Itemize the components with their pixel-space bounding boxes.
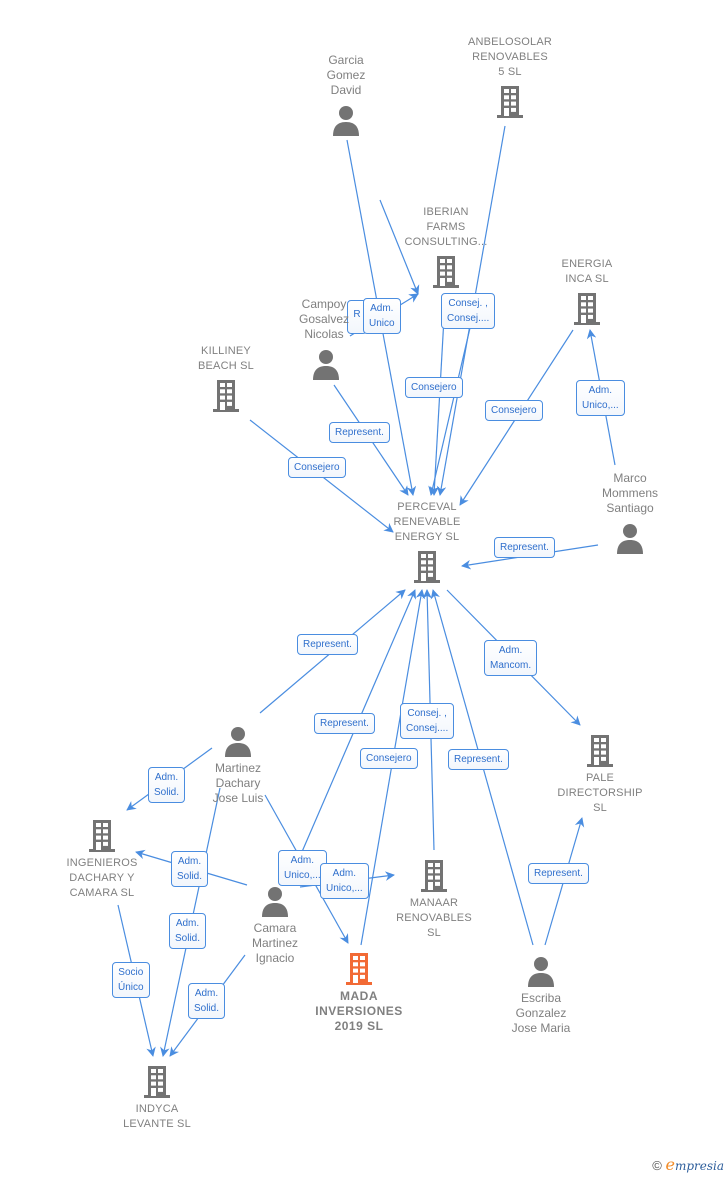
edge-label[interactable]: Adm. Unico,... xyxy=(320,863,369,899)
node-label-campoy[interactable]: Campoy Gosalvez Nicolas xyxy=(254,297,394,342)
building-icon[interactable] xyxy=(571,292,603,326)
person-icon[interactable] xyxy=(310,347,342,381)
edge-label[interactable]: Represent. xyxy=(528,863,589,884)
building-icon[interactable] xyxy=(141,1065,173,1099)
edge-label[interactable]: Socio Único xyxy=(112,962,150,998)
building-icon[interactable] xyxy=(210,379,242,413)
node-label-pale[interactable]: PALE DIRECTORSHIP SL xyxy=(530,771,670,816)
edge-label[interactable]: Consejero xyxy=(405,377,463,398)
node-label-camara[interactable]: Camara Martinez Ignacio xyxy=(205,921,345,966)
edge-label[interactable]: Represent. xyxy=(448,749,509,770)
edge-label[interactable]: Represent. xyxy=(314,713,375,734)
building-icon[interactable] xyxy=(430,255,462,289)
edge-label[interactable]: Consej. , Consej.... xyxy=(400,703,455,739)
node-label-iberian[interactable]: IBERIAN FARMS CONSULTING... xyxy=(376,205,516,250)
building-icon[interactable] xyxy=(343,952,375,986)
edge-label[interactable]: Consej. , Consej.... xyxy=(441,293,496,329)
node-label-garcia[interactable]: Garcia Gomez David xyxy=(276,53,416,98)
brand-name: mpresia xyxy=(674,1159,724,1173)
node-label-martinez[interactable]: Martinez Dachary Jose Luis xyxy=(168,761,308,806)
person-icon[interactable] xyxy=(222,724,254,758)
building-icon[interactable] xyxy=(86,819,118,853)
footer-brand: © empresia xyxy=(652,1155,724,1174)
building-icon[interactable] xyxy=(418,859,450,893)
edge-label[interactable]: Consejero xyxy=(360,748,418,769)
node-label-energia[interactable]: ENERGIA INCA SL xyxy=(517,257,657,287)
node-label-escriba[interactable]: Escriba Gonzalez Jose Maria xyxy=(471,991,611,1036)
node-label-perceval[interactable]: PERCEVAL RENEVABLE ENERGY SL xyxy=(357,500,497,545)
edge-label[interactable]: Adm. Unico,... xyxy=(576,380,625,416)
building-icon[interactable] xyxy=(411,550,443,584)
node-label-manaar[interactable]: MANAAR RENOVABLES SL xyxy=(364,896,504,941)
person-icon[interactable] xyxy=(330,103,362,137)
node-label-ingenieros[interactable]: INGENIEROS DACHARY Y CAMARA SL xyxy=(32,856,172,901)
edge-label[interactable]: Adm. Mancom. xyxy=(484,640,538,676)
copyright-symbol: © xyxy=(652,1158,662,1173)
node-label-indyca[interactable]: INDYCA LEVANTE SL xyxy=(87,1102,227,1132)
node-label-mada[interactable]: MADA INVERSIONES 2019 SL xyxy=(289,989,429,1034)
edge-label[interactable]: Consejero xyxy=(288,457,346,478)
edge-label[interactable]: Consejero xyxy=(485,400,543,421)
edge-label[interactable]: Adm. Solid. xyxy=(169,913,207,949)
person-icon[interactable] xyxy=(525,954,557,988)
edge-label[interactable]: Represent. xyxy=(297,634,358,655)
node-label-killiney[interactable]: KILLINEY BEACH SL xyxy=(156,344,296,374)
node-label-anbelosolar[interactable]: ANBELOSOLAR RENOVABLES 5 SL xyxy=(440,35,580,80)
brand-logo-initial: e xyxy=(665,1155,675,1174)
edge-label[interactable]: Adm. Solid. xyxy=(188,983,226,1019)
edge-label[interactable]: Adm. Solid. xyxy=(171,851,209,887)
edge-label[interactable]: Represent. xyxy=(494,537,555,558)
building-icon[interactable] xyxy=(584,734,616,768)
edge-label[interactable]: Represent. xyxy=(329,422,390,443)
person-icon[interactable] xyxy=(259,884,291,918)
edge-iberian-to-perceval xyxy=(428,327,471,496)
person-icon[interactable] xyxy=(614,521,646,555)
building-icon[interactable] xyxy=(494,85,526,119)
node-label-marco[interactable]: Marco Mommens Santiago xyxy=(560,471,700,516)
